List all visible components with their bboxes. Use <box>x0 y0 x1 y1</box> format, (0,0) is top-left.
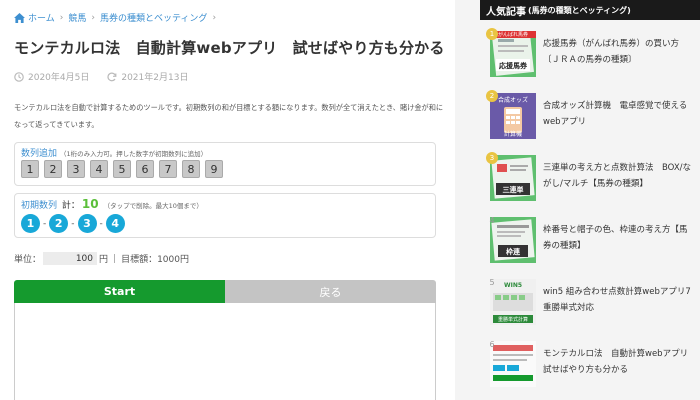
sequence-chip[interactable]: 2 <box>49 214 69 233</box>
sequence-chip[interactable]: 1 <box>21 214 40 233</box>
sequence-add-heading: 数列追加 （1桁のみ入力可。押した数字が初期数列に追加） <box>21 146 207 159</box>
number-button-9[interactable]: 9 <box>205 160 223 178</box>
number-button-3[interactable]: 3 <box>67 160 85 178</box>
result-area <box>14 303 436 400</box>
thumb-caption: 応援馬券 <box>499 62 527 70</box>
target-amount: 目標額：1000円 <box>121 255 189 265</box>
unit-input[interactable] <box>43 252 98 265</box>
popular-article-4[interactable]: 4 枠連 枠番号と帽子の色、枠連の考え方【馬券の種類】 <box>486 214 696 272</box>
number-button-7[interactable]: 7 <box>159 160 177 178</box>
popular-article-3[interactable]: 3 三連単 三連単の考え方と点数計算法 BOX/ながし/マルチ【馬券の種類】 <box>486 152 696 210</box>
article-link-title[interactable]: 枠番号と帽子の色、枠連の考え方【馬券の種類】 <box>543 222 693 254</box>
popular-articles-heading: 人気記事 (馬券の種類とベッティング) <box>480 0 700 20</box>
sequence-separator: - <box>43 218 47 229</box>
number-button-2[interactable]: 2 <box>44 160 62 178</box>
sequence-add-note: （1桁のみ入力可。押した数字が初期数列に追加） <box>60 150 208 158</box>
chevron-right-icon: › <box>91 12 95 23</box>
article-link-title[interactable]: win5 組み合わせ点数計算webアプリ7重勝単式対応 <box>543 284 693 316</box>
number-button-row: 1 2 3 4 5 6 7 8 9 <box>21 160 223 178</box>
rank-badge: 5 <box>489 277 495 287</box>
popular-heading-label: 人気記事 <box>486 6 526 18</box>
initial-sequence-label: 初期数列 <box>21 201 58 211</box>
initial-sequence-heading: 初期数列 計： 10 （タップで削除。最大10個まで） <box>21 197 203 211</box>
number-button-4[interactable]: 4 <box>90 160 108 178</box>
sequence-total-value: 10 <box>81 197 99 211</box>
main-content: ホーム › 競馬 › 馬券の種類とベッティング › モンテカルロ法 自動計算we… <box>0 0 455 400</box>
article-thumbnail[interactable]: がんばれ馬券 応援馬券 <box>490 31 536 77</box>
unit-label: 単位： <box>14 255 42 265</box>
thumb-caption: 計算機 <box>503 131 522 138</box>
thumb-caption: 三連単 <box>502 186 524 194</box>
number-button-5[interactable]: 5 <box>113 160 131 178</box>
article-link-title[interactable]: 三連単の考え方と点数計算法 BOX/ながし/マルチ【馬券の種類】 <box>543 160 693 192</box>
article-dates: 2020年4月5日 2021年2月13日 <box>14 70 188 83</box>
page-title: モンテカルロ法 自動計算webアプリ 試せばやり方も分かる <box>14 39 445 57</box>
refresh-icon <box>107 72 117 81</box>
unit-suffix: 円 <box>99 255 109 265</box>
article-link-title[interactable]: 合成オッズ計算機 電卓感覚で使えるwebアプリ <box>543 98 693 130</box>
popular-article-5[interactable]: 5 WIN5 重勝単式計算 win5 組み合わせ点数計算webアプリ7重勝単式対… <box>486 276 696 334</box>
article-thumbnail[interactable]: 合成オッズ 計算機 <box>490 93 536 139</box>
back-button[interactable]: 戻る <box>225 280 436 303</box>
rank-badge: 1 <box>486 28 498 40</box>
article-thumbnail[interactable]: 三連単 <box>490 155 536 201</box>
action-bar: Start 戻る <box>14 280 436 303</box>
rank-badge: 6 <box>489 339 495 349</box>
sequence-separator: - <box>99 218 103 229</box>
sequence-total-prefix: 計： <box>61 201 80 211</box>
sequence-add-label: 数列追加 <box>21 149 58 159</box>
updated-date: 2021年2月13日 <box>121 73 189 83</box>
rank-badge: 4 <box>489 215 495 225</box>
initial-sequence-panel: 初期数列 計： 10 （タップで削除。最大10個まで） 1 - 2 - 3 - 4 <box>14 193 436 238</box>
sequence-add-panel: 数列追加 （1桁のみ入力可。押した数字が初期数列に追加） 1 2 3 4 5 6 … <box>14 142 436 186</box>
sequence-chip[interactable]: 4 <box>105 214 125 233</box>
popular-article-1[interactable]: 1 がんばれ馬券 応援馬券 応援馬券（がんばれ馬券）の買い方〔ＪＲＡの馬券の種類… <box>486 28 696 86</box>
breadcrumb: ホーム › 競馬 › 馬券の種類とベッティング › <box>14 11 218 24</box>
divider: | <box>113 253 117 264</box>
breadcrumb-subcategory[interactable]: 馬券の種類とベッティング <box>100 11 207 24</box>
unit-row: 単位： 円 | 目標額：1000円 <box>14 252 189 265</box>
number-button-1[interactable]: 1 <box>21 160 39 178</box>
article-link-title[interactable]: モンテカルロ法 自動計算webアプリ 試せばやり方も分かる <box>543 346 697 378</box>
initial-sequence-chips: 1 - 2 - 3 - 4 <box>21 214 125 233</box>
article-link-title[interactable]: 応援馬券（がんばれ馬券）の買い方〔ＪＲＡの馬券の種類〕 <box>543 36 693 68</box>
start-button[interactable]: Start <box>14 280 225 303</box>
number-button-6[interactable]: 6 <box>136 160 154 178</box>
published-date: 2020年4月5日 <box>28 73 90 83</box>
rank-badge: 3 <box>486 152 498 164</box>
clock-icon <box>14 71 24 82</box>
popular-article-2[interactable]: 2 合成オッズ 計算機 合成オッズ計算機 電卓感覚で使えるwebアプリ <box>486 90 696 148</box>
article-description: モンテカルロ法を自動で計算するためのツールです。初期数列の和が目標とする額になり… <box>14 103 444 129</box>
popular-article-6[interactable]: 6 モンテカルロ法 自動計算webアプリ 試せばやり方も分かる <box>486 338 697 396</box>
initial-sequence-note: （タップで削除。最大10個まで） <box>103 202 203 210</box>
chevron-right-icon: › <box>212 12 217 23</box>
sequence-separator: - <box>71 218 75 229</box>
popular-heading-sub: (馬券の種類とベッティング) <box>528 5 631 15</box>
sequence-total: 計： 10 <box>61 197 101 211</box>
chevron-right-icon: › <box>59 12 64 23</box>
number-button-8[interactable]: 8 <box>182 160 200 178</box>
breadcrumb-home[interactable]: ホーム <box>28 11 55 24</box>
thumb-caption: 重勝単式計算 <box>497 317 528 323</box>
rank-badge: 2 <box>486 90 498 102</box>
thumb-caption: 枠連 <box>506 248 520 256</box>
breadcrumb-category[interactable]: 競馬 <box>68 11 86 24</box>
sidebar: 人気記事 (馬券の種類とベッティング) 1 がんばれ馬券 応援馬券 応援馬券（がん… <box>455 0 700 400</box>
sequence-chip[interactable]: 3 <box>77 214 97 233</box>
home-icon <box>14 12 25 23</box>
